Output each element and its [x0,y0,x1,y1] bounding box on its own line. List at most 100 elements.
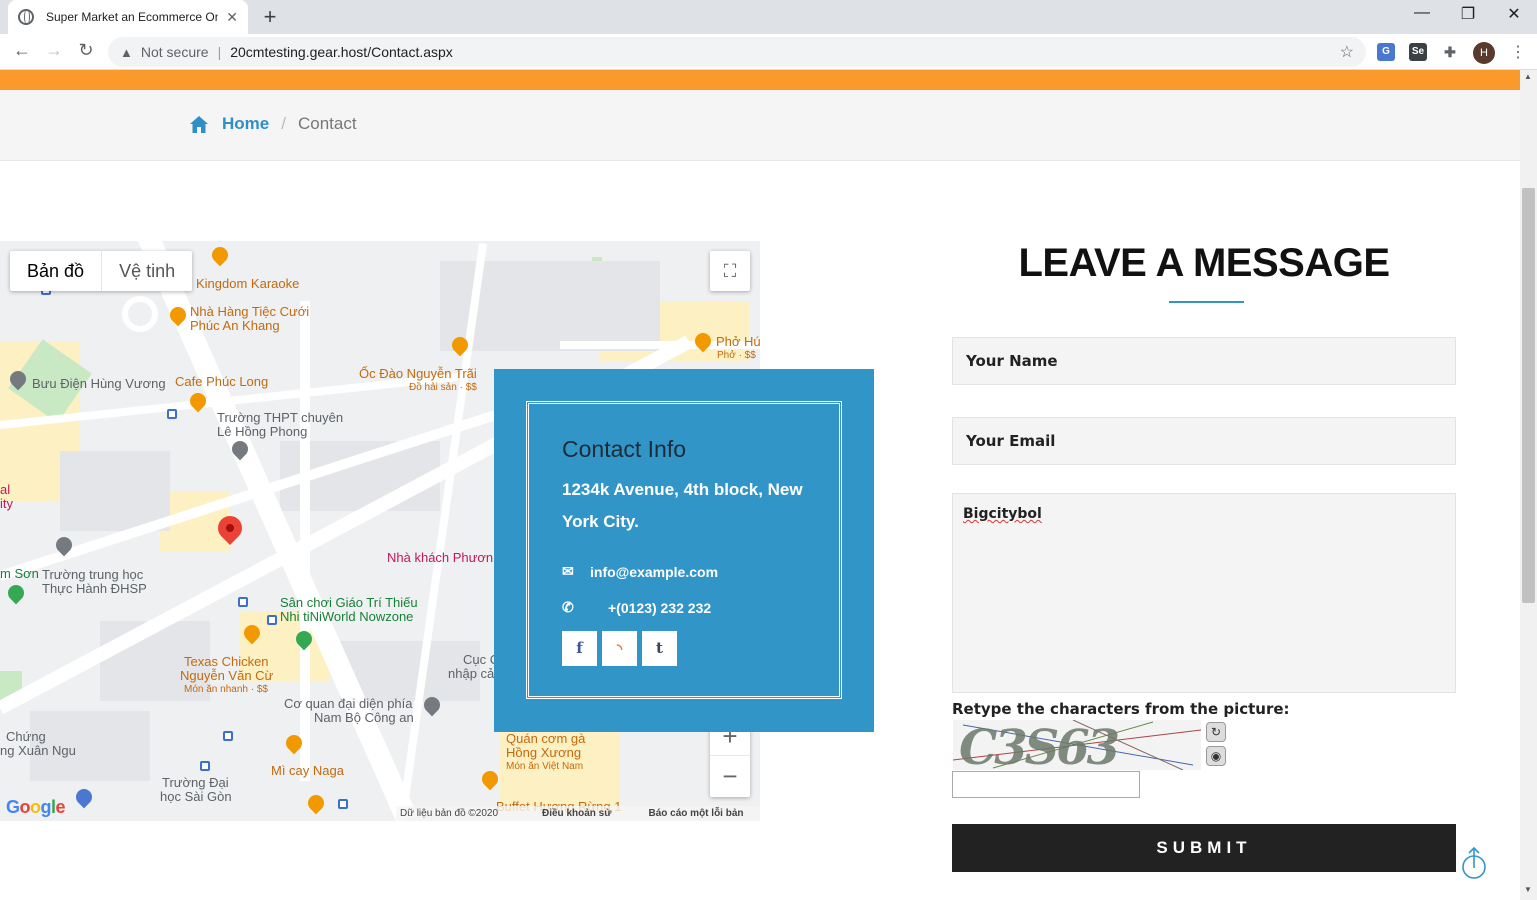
map-label: Chứng [6,729,46,744]
new-tab-button[interactable]: + [258,4,282,30]
map-label: Nam Bộ Công an [314,710,414,725]
scroll-down-arrow-icon[interactable]: ▼ [1524,885,1532,894]
browser-toolbar: ← → ↻ ▲ Not secure | 20cmtesting.gear.ho… [0,34,1537,70]
bus-stop-icon[interactable] [200,761,210,771]
bus-stop-icon[interactable] [167,409,177,419]
security-label[interactable]: Not secure [141,44,209,60]
page-scrollbar[interactable]: ▲ ▼ [1520,70,1537,900]
facebook-icon[interactable]: f [562,631,597,666]
scroll-thumb[interactable] [1522,188,1535,603]
zoom-out-button[interactable]: − [710,756,750,796]
map-label: al [0,482,11,497]
url-text[interactable]: 20cmtesting.gear.host/Contact.aspx [230,44,453,60]
bus-stop-icon[interactable] [338,799,348,809]
map-type-control: Bản đồ Vệ tinh [10,251,193,291]
captcha-audio-icon[interactable]: ◉ [1206,746,1226,766]
home-icon[interactable] [190,115,208,133]
contact-email[interactable]: info@example.com [590,564,718,580]
back-arrow-icon[interactable]: ← [10,40,34,61]
warning-icon[interactable]: ▲ [120,45,133,60]
map-label: học Sài Gòn [160,789,232,804]
extensions-puzzle-icon[interactable]: ✚ [1441,43,1459,61]
map-type-satellite-button[interactable]: Vệ tinh [101,251,192,291]
contact-address: 1234k Avenue, 4th block, New York City. [562,480,803,531]
map-label: Bưu Điện Hùng Vương [32,376,166,391]
map-label: Món ăn Việt Nam [506,761,584,772]
window-close-button[interactable]: ✕ [1491,4,1537,24]
restaurant-pin-icon[interactable] [304,791,328,815]
bookmark-star-icon[interactable]: ☆ [1340,42,1354,62]
map-label: nhập cả [448,666,495,681]
bus-stop-icon[interactable] [267,615,277,625]
map-data-credit: Dữ liệu bản đồ ©2020 Google [400,808,499,819]
captcha-image: C3S63 [953,720,1201,770]
browser-tab[interactable]: Super Market an Ecommerce Onl ✕ [8,0,248,34]
captcha-text: C3S63 [959,720,1120,770]
tab-close-icon[interactable]: ✕ [226,9,238,26]
map-label: Trường trung học [42,567,144,582]
reload-icon[interactable]: ↻ [74,40,98,61]
breadcrumb-current: Contact [297,114,357,133]
translate-extension-icon[interactable]: G [1377,43,1395,61]
map-label: Nhà Hàng Tiệc Cưới [190,304,310,319]
message-textarea[interactable]: Bigcitybol [952,493,1456,693]
tab-title: Super Market an Ecommerce Onl [46,10,218,24]
email-input[interactable]: Your Email [952,417,1456,465]
restaurant-pin-icon[interactable] [208,243,232,267]
back-to-top-icon[interactable] [1461,846,1487,880]
map-label: Texas Chicken [184,654,269,669]
forward-arrow-icon[interactable]: → [42,40,66,61]
bus-stop-icon[interactable] [238,597,248,607]
restaurant-pin-icon[interactable] [478,767,502,791]
browser-tab-bar: Super Market an Ecommerce Onl ✕ + — ❐ ✕ [0,0,1537,34]
contact-email-row: ✉ info@example.com [562,563,718,580]
map-label: Cafe Phúc Long [175,374,269,389]
map-label: Mì cay Naga [271,763,344,778]
contact-info-card: Contact Info 1234k Avenue, 4th block, Ne… [494,369,874,732]
map-label: Kingdom Karaoke [196,276,300,291]
map-label: Đồ hải sản · $$ [409,382,477,393]
browser-menu-icon[interactable]: ⋮ [1510,42,1526,62]
phone-icon: ✆ [562,599,574,615]
rss-icon[interactable]: ◝ [602,631,637,666]
map-roundabout [122,296,158,332]
contact-phone: +(0123) 232 232 [608,599,712,616]
map-label: Quán cơm gà [506,731,586,746]
address-separator: | [217,44,222,60]
map-label: Nhà khách Phươn [387,550,494,565]
google-logo[interactable]: Google [6,797,66,818]
map-label: Hồng Xương [506,745,582,760]
address-bar[interactable]: ▲ Not secure | 20cmtesting.gear.host/Con… [108,37,1366,67]
park-pin-icon[interactable] [4,581,28,605]
profile-avatar[interactable]: H [1473,42,1495,64]
submit-button[interactable]: SUBMIT [952,824,1456,872]
bus-stop-icon[interactable] [223,731,233,741]
map-label: Thực Hành ĐHSP [42,581,147,596]
map-label: Ốc Đào Nguyễn Trãi [359,366,477,381]
breadcrumb-home-link[interactable]: Home [222,114,269,134]
form-title: LEAVE A MESSAGE [1018,241,1390,285]
scroll-up-arrow-icon[interactable]: ▲ [1524,72,1532,81]
breadcrumb-separator: / [281,114,286,133]
name-input[interactable]: Your Name [952,337,1456,385]
contact-phone-row: ✆ +(0123) 232 232 [562,599,711,616]
breadcrumb: Home / Contact [190,114,357,134]
map-label: Phở · $$ [717,350,756,361]
maximize-button[interactable]: ❐ [1445,4,1491,24]
map-label: ng Xuân Ngu [0,743,76,758]
map-label: Lê Hồng Phong [217,424,308,439]
map-report-link[interactable]: Báo cáo một lỗi bản đồ [649,806,757,821]
page-content: Home / Contact Kingdom Karaoke Nhà Hàng … [0,70,1520,900]
map-terms-link[interactable]: Điều khoản sử dụng [542,806,637,821]
map-label: Nhi tiNiWorld Nowzone [280,609,414,624]
selenium-extension-icon[interactable]: Se [1409,43,1427,61]
minimize-button[interactable]: — [1399,4,1445,22]
fullscreen-icon[interactable]: ⛶ [710,251,750,291]
captcha-refresh-icon[interactable]: ↻ [1206,722,1226,742]
tumblr-icon[interactable]: t [642,631,677,666]
university-pin-icon[interactable] [72,785,96,809]
map-type-map-button[interactable]: Bản đồ [10,251,101,291]
captcha-input[interactable] [952,771,1140,798]
map-label: ity [0,496,13,511]
map-attribution: Dữ liệu bản đồ ©2020 Google Điều khoản s… [396,806,760,821]
